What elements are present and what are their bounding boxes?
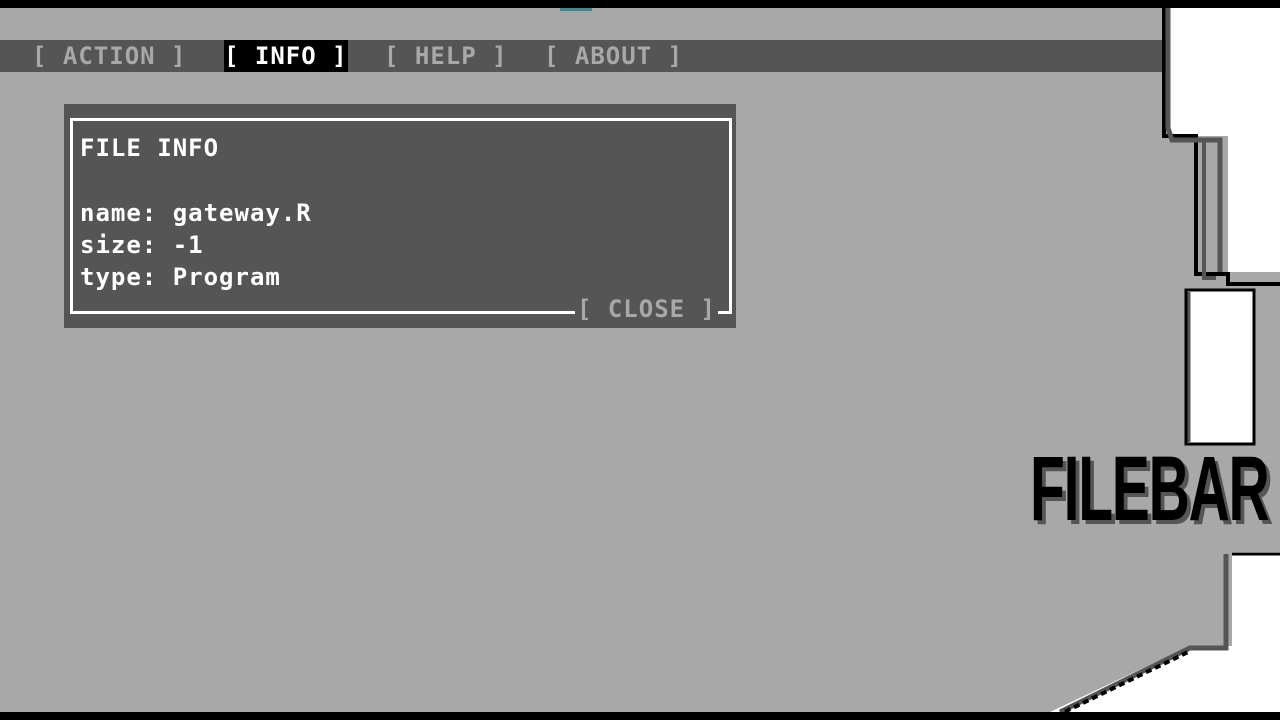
menu-item-help[interactable]: [ HELP ] [384, 40, 508, 72]
dialog-title: FILE INFO [80, 134, 220, 162]
file-info-dialog: FILE INFO name: gateway.R size: -1 type:… [64, 104, 736, 328]
file-name-line: name: gateway.R [80, 199, 312, 227]
menu-item-info[interactable]: [ INFO ] [224, 40, 348, 72]
logo-artwork [1050, 8, 1280, 712]
desktop-screen: [ ACTION ] [ INFO ] [ HELP ] [ ABOUT ] F… [0, 8, 1280, 712]
filebar-logo: FILEBAR [1030, 438, 1270, 540]
menu-item-about[interactable]: [ ABOUT ] [544, 40, 683, 72]
close-button[interactable]: [ CLOSE ] [574, 294, 718, 324]
menu-item-action[interactable]: [ ACTION ] [32, 40, 187, 72]
file-type-line: type: Program [80, 263, 281, 291]
title-accent [560, 8, 592, 11]
file-size-line: size: -1 [80, 231, 204, 259]
